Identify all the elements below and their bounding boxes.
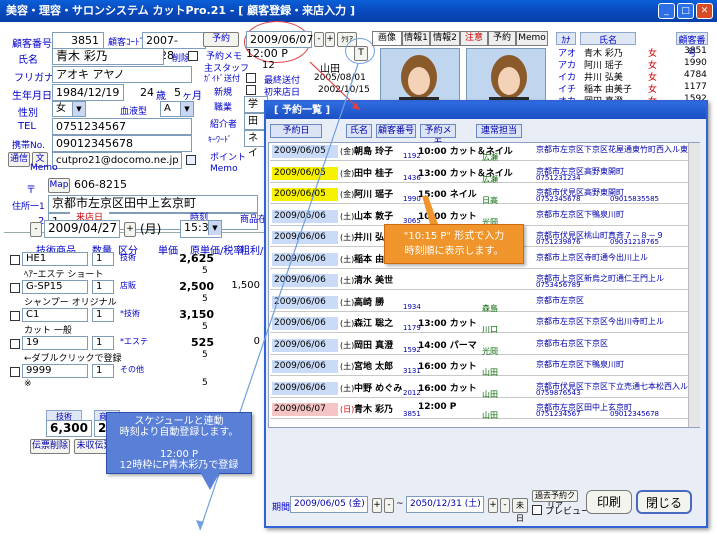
orange-callout: "10:15 P" 形式で入力 時刻順に表示します。	[384, 224, 524, 264]
orange-callout-tail	[422, 196, 438, 224]
red-pointer-line	[309, 61, 361, 111]
blue-callout-tail	[200, 472, 220, 490]
blue-callout: スケジュールと連動 時刻より自動登録します。 12:00 P 12時枠にP青木彩…	[106, 412, 252, 474]
